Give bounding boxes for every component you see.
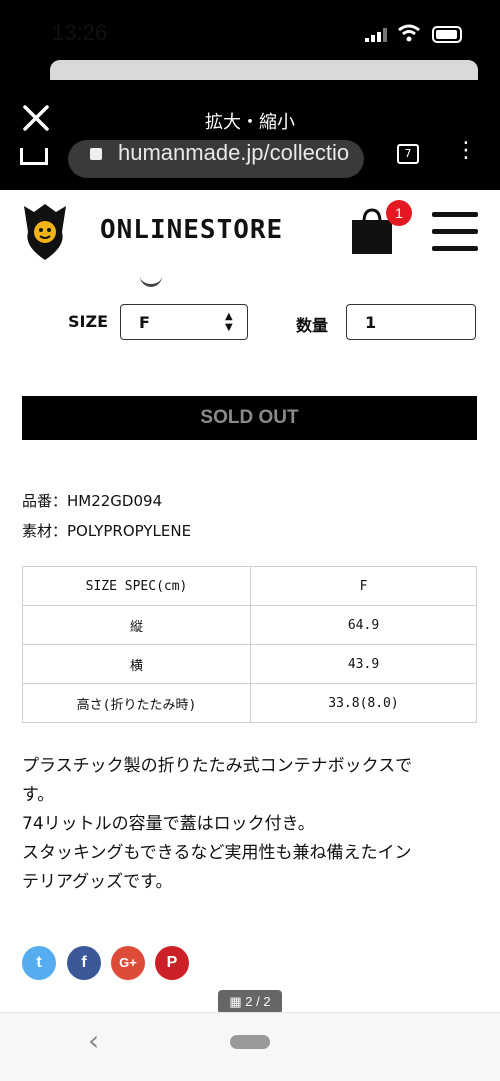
table-cell: 高さ(折りたたみ時) xyxy=(22,683,251,723)
human-made-logo[interactable] xyxy=(22,202,68,262)
twitter-icon[interactable]: t xyxy=(22,946,56,980)
quantity-value: 1 xyxy=(365,313,377,332)
description-line: す。 xyxy=(22,785,55,805)
size-select[interactable]: F ▲ ▼ xyxy=(120,304,248,340)
facebook-icon[interactable]: f xyxy=(67,946,101,980)
address-bar[interactable]: humanmade.jp/collectio xyxy=(68,140,364,178)
cell-signal-icon xyxy=(365,28,387,42)
table-cell: 横 xyxy=(22,644,251,684)
table-row: 横 43.9 xyxy=(22,644,477,684)
description-line: テリアグッズです。 xyxy=(22,872,173,892)
back-chevron-icon[interactable]: ‹ xyxy=(88,1024,99,1057)
table-row: 縦 64.9 xyxy=(22,605,477,645)
quantity-label: 数量 xyxy=(296,316,329,335)
wifi-icon xyxy=(398,24,420,42)
sold-out-button[interactable]: SOLD OUT xyxy=(22,396,477,440)
table-cell: 33.8(8.0) xyxy=(250,683,477,723)
color-swatch[interactable] xyxy=(140,268,162,287)
size-label: SIZE xyxy=(68,312,109,331)
share-icon[interactable] xyxy=(20,148,48,165)
description-line: 74リットルの容量で蓋はロック付き。 xyxy=(22,814,315,834)
pinterest-icon[interactable]: P xyxy=(155,946,189,980)
table-row: 高さ(折りたたみ時) 33.8(8.0) xyxy=(22,683,477,723)
select-arrows-icon: ▲ ▼ xyxy=(225,311,233,333)
more-menu-icon[interactable]: ⋮ xyxy=(455,140,477,162)
page-indicator: ▦ 2 / 2 xyxy=(218,990,282,1014)
sheet-grabber[interactable] xyxy=(50,60,478,80)
viewer-title: 拡大・縮小 xyxy=(205,112,295,133)
table-header-cell: F xyxy=(250,566,477,606)
table-cell: 縦 xyxy=(22,605,251,645)
google-plus-icon[interactable]: G+ xyxy=(111,946,145,980)
quantity-input[interactable]: 1 xyxy=(346,304,476,340)
table-cell: 64.9 xyxy=(250,605,477,645)
cart-count-badge: 1 xyxy=(386,200,412,226)
table-cell: 43.9 xyxy=(250,644,477,684)
status-time: 13:26 xyxy=(52,20,108,45)
product-code: 品番：HM22GD094 xyxy=(22,492,163,510)
product-description: プラスチック製の折りたたみ式コンテナボックスで す。 74リットルの容量で蓋はロ… xyxy=(22,752,482,897)
table-header-cell: SIZE SPEC(cm) xyxy=(22,566,251,606)
size-spec-table: SIZE SPEC(cm) F 縦 64.9 横 43.9 高さ(折りたたみ時)… xyxy=(22,566,477,723)
page-icon xyxy=(90,148,102,160)
product-material: 素材：POLYPROPYLENE xyxy=(22,522,192,540)
table-header-row: SIZE SPEC(cm) F xyxy=(22,566,477,606)
description-line: プラスチック製の折りたたみ式コンテナボックスで xyxy=(22,756,413,776)
tabs-button[interactable]: 7 xyxy=(397,144,419,164)
home-indicator[interactable] xyxy=(230,1035,270,1049)
store-title[interactable]: ONLINESTORE xyxy=(100,215,283,245)
hamburger-menu-icon[interactable] xyxy=(432,212,478,252)
url-text: humanmade.jp/collectio xyxy=(118,140,350,165)
description-line: スタッキングもできるなど実用性も兼ね備えたイン xyxy=(22,843,412,863)
battery-icon xyxy=(432,26,462,43)
size-value: F xyxy=(139,313,150,332)
